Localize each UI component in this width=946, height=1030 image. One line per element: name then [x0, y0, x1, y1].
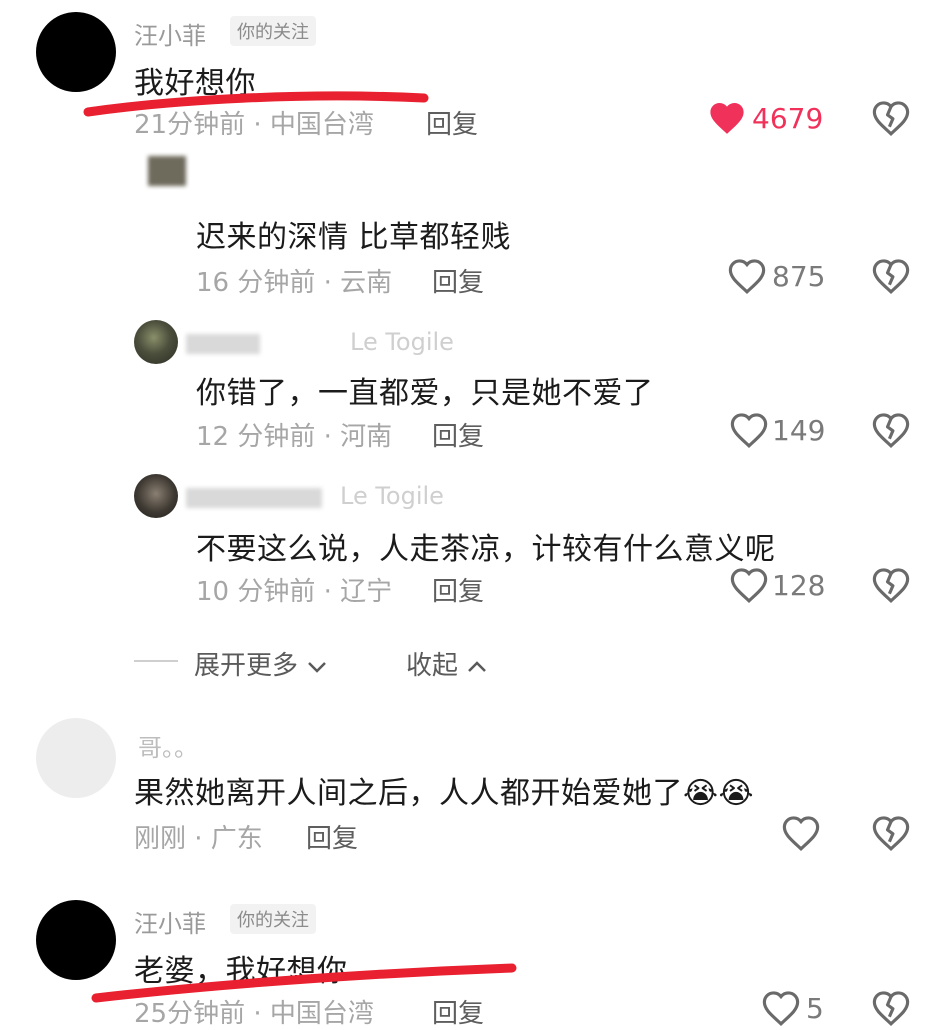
comment-text: 你错了，一直都爱，只是她不爱了 — [196, 376, 654, 411]
following-badge: 你的关注 — [230, 904, 316, 934]
avatar[interactable] — [36, 900, 116, 980]
comment-text: 老婆，我好想你 — [134, 954, 348, 989]
like-count: 5 — [806, 992, 824, 1025]
reply-button[interactable]: 回复 — [426, 104, 478, 141]
chevron-down-icon — [308, 661, 327, 673]
like-count: 4679 — [752, 102, 824, 135]
comment-author[interactable]: 汪小菲 — [134, 904, 206, 939]
collapse-button[interactable]: 收起 — [406, 645, 488, 682]
broken-heart-icon[interactable] — [872, 258, 910, 294]
reply-button[interactable]: 回复 — [432, 993, 484, 1030]
avatar[interactable] — [36, 12, 116, 92]
collapse-label: 收起 — [406, 651, 459, 681]
comment-text: 迟来的深情 比草都轻贱 — [196, 220, 512, 255]
comment-meta: 25分钟前 · 中国台湾 — [134, 999, 374, 1029]
avatar[interactable] — [134, 320, 178, 364]
comment-author[interactable]: 哥。。 — [138, 728, 198, 763]
comment-text: 我好想你 — [134, 66, 256, 101]
heart-icon[interactable] — [730, 412, 768, 448]
comment-meta: 12 分钟前 · 河南 — [196, 422, 393, 452]
comment-text: 不要这么说，人走茶凉，计较有什么意义呢 — [196, 532, 776, 567]
expand-more-button[interactable]: 展开更多 — [194, 645, 328, 682]
heart-icon[interactable] — [762, 990, 800, 1026]
broken-heart-icon[interactable] — [872, 100, 910, 136]
heart-icon[interactable] — [728, 258, 766, 294]
comment-meta: 10 分钟前 · 辽宁 — [196, 577, 393, 607]
reply-target-name: Le Togile — [340, 482, 444, 510]
thread-divider — [134, 660, 178, 662]
broken-heart-icon[interactable] — [872, 815, 910, 851]
comment-meta: 21分钟前 · 中国台湾 — [134, 110, 374, 140]
heart-icon[interactable] — [782, 815, 820, 851]
reply-target-name: Le Togile — [350, 328, 454, 356]
reply-button[interactable]: 回复 — [432, 262, 484, 299]
chevron-up-icon — [468, 660, 487, 672]
following-badge: 你的关注 — [230, 16, 316, 46]
comment-meta: 刚刚 · 广东 — [134, 824, 263, 854]
broken-heart-icon[interactable] — [872, 990, 910, 1026]
comment-text: 果然她离开人间之后，人人都开始爱她了😭😭 — [134, 776, 755, 811]
comment-meta: 16 分钟前 · 云南 — [196, 268, 393, 298]
like-count: 128 — [772, 569, 826, 602]
avatar[interactable] — [134, 474, 178, 518]
reply-button[interactable]: 回复 — [306, 818, 358, 855]
author-name-blurred — [186, 334, 260, 354]
avatar[interactable] — [36, 718, 116, 798]
comment-author[interactable]: 汪小菲 — [134, 16, 206, 51]
reply-button[interactable]: 回复 — [432, 571, 484, 608]
like-count: 875 — [772, 260, 826, 293]
broken-heart-icon[interactable] — [872, 412, 910, 448]
like-count: 149 — [772, 414, 826, 447]
broken-heart-icon[interactable] — [872, 567, 910, 603]
heart-icon[interactable] — [730, 567, 768, 603]
author-name-blurred — [186, 488, 322, 508]
avatar-blurred[interactable] — [148, 156, 186, 186]
heart-filled-icon[interactable] — [708, 100, 746, 136]
expand-more-label: 展开更多 — [194, 651, 299, 681]
reply-button[interactable]: 回复 — [432, 416, 484, 453]
